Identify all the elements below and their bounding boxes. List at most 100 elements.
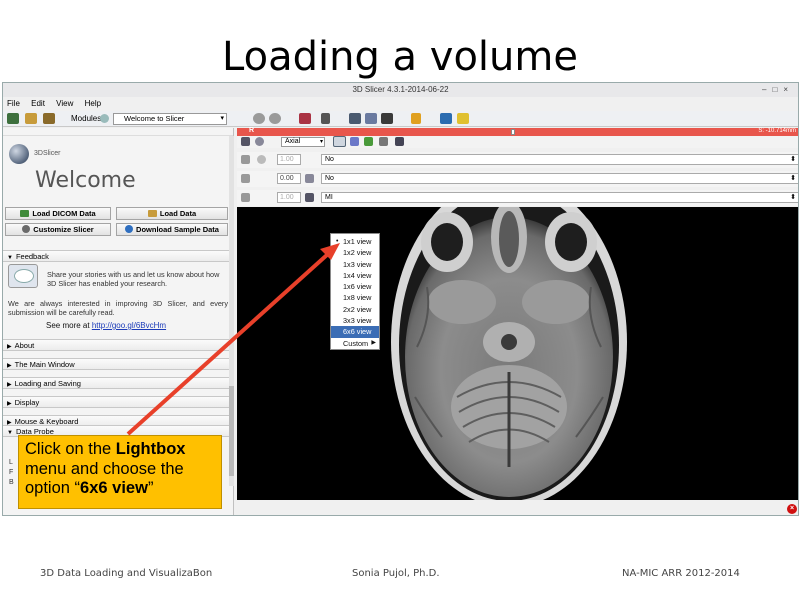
callout-bold-6x6: 6x6 view [80, 479, 148, 497]
label-volume-select[interactable]: No [321, 154, 798, 165]
status-bar: × [237, 500, 798, 515]
foreground-layer-row: 0.00 No [237, 171, 798, 187]
slice-controls: Axial [237, 136, 798, 148]
extension-manager-icon[interactable] [365, 113, 377, 124]
data-icon[interactable] [381, 113, 393, 124]
section-display[interactable]: ▶ Display [3, 396, 229, 408]
lightbox-item-1x4[interactable]: 1x4 view [331, 270, 379, 281]
bg-toggle-icon[interactable] [305, 193, 314, 202]
save-icon[interactable] [43, 113, 55, 124]
callout-text-c: ” [147, 479, 154, 497]
download-sample-label: Download Sample Data [136, 225, 219, 234]
main-toolbar: Modules: Welcome to Slicer [3, 111, 798, 127]
submenu-arrow-icon: ▶ [371, 339, 376, 346]
error-icon[interactable]: × [787, 504, 797, 514]
footer-right: NA-MIC ARR 2012-2014 [622, 568, 740, 579]
lightbox-icon[interactable] [333, 136, 346, 147]
fov-icon[interactable] [350, 137, 359, 146]
lightbox-item-6x6[interactable]: 6x6 view [331, 326, 379, 338]
red-view-label: R [249, 127, 255, 134]
pin-icon[interactable] [241, 137, 250, 146]
lightbox-item-1x3[interactable]: 1x3 view [331, 259, 379, 270]
instruction-callout: Click on the Lightbox menu and choose th… [18, 435, 222, 509]
callout-bold-lightbox: Lightbox [115, 440, 186, 458]
menu-file[interactable]: File [7, 99, 20, 108]
probe-letter: F [9, 469, 14, 476]
collapsed-triangle-icon: ▶ [7, 363, 12, 369]
lightbox-menu: 1x1 view 1x2 view 1x3 view 1x4 view 1x6 … [330, 233, 380, 350]
reformat-icon[interactable] [379, 137, 388, 146]
red-slice-viewer[interactable] [237, 207, 798, 500]
lightbox-item-custom[interactable]: Custom ▶ [331, 338, 379, 349]
crosshair-icon[interactable] [411, 113, 421, 124]
python-icon[interactable] [457, 113, 469, 124]
lightbox-item-1x8[interactable]: 1x8 view [331, 292, 379, 303]
lightbox-item-1x1[interactable]: 1x1 view [331, 236, 379, 247]
panel-scrollbar[interactable] [229, 136, 234, 486]
layer-link-icon[interactable] [241, 193, 250, 202]
scrollbar-thumb[interactable] [229, 386, 234, 476]
screenshot-icon[interactable] [395, 137, 404, 146]
capture-icon[interactable] [349, 113, 361, 124]
label-opacity[interactable]: 1.00 [277, 154, 301, 165]
background-layer-row: 1.00 MI [237, 190, 798, 206]
foreground-opacity[interactable]: 0.00 [277, 173, 301, 184]
probe-letter: L [9, 459, 13, 466]
footer-left: 3D Data Loading and VisualizaBon [40, 568, 213, 579]
probe-letter: B [9, 479, 14, 486]
load-dicom-label: Load DICOM Data [32, 209, 96, 218]
orientation-select[interactable]: Axial [281, 137, 325, 147]
module-selector[interactable]: Welcome to Slicer [113, 113, 227, 125]
layout-icon[interactable] [299, 113, 311, 124]
feedback-text-2: We are always interested in improving 3D… [8, 299, 228, 317]
lightbox-item-2x2[interactable]: 2x2 view [331, 304, 379, 315]
menu-help[interactable]: Help [85, 99, 101, 108]
layer-link-icon[interactable] [241, 174, 250, 183]
section-main-window[interactable]: ▶ The Main Window [3, 358, 229, 370]
window-controls[interactable]: –□× [762, 83, 794, 97]
eye-icon[interactable] [257, 155, 266, 164]
slicer-window: 3D Slicer 4.3.1-2014-06-22 –□× File Edit… [2, 82, 799, 516]
load-dicom-button[interactable]: Load DICOM Data [5, 207, 111, 220]
see-more: See more at http://goo.gl/6BvcHm [46, 321, 166, 330]
brand-label: 3DSlicer [34, 150, 61, 157]
section-label: Feedback [15, 252, 49, 261]
lightbox-item-1x6[interactable]: 1x6 view [331, 281, 379, 292]
lightbox-item-3x3[interactable]: 3x3 view [331, 315, 379, 326]
link-icon[interactable] [255, 137, 264, 146]
mouse-mode-icon[interactable] [321, 113, 330, 124]
feedback-link[interactable]: http://goo.gl/6BvcHm [92, 321, 166, 330]
collapsed-triangle-icon: ▶ [7, 344, 12, 350]
footer-center: Sonia Pujol, Ph.D. [352, 568, 440, 579]
collapsed-triangle-icon: ▶ [7, 382, 12, 388]
panel-top-strip [3, 128, 233, 136]
section-loading-saving[interactable]: ▶ Loading and Saving [3, 377, 229, 389]
data-probe-labels: L F B [9, 458, 14, 488]
section-feedback[interactable]: ▼ Feedback [3, 250, 229, 262]
load-data-icon[interactable] [25, 113, 37, 124]
load-dicom-icon[interactable] [7, 113, 19, 124]
layer-link-icon[interactable] [241, 155, 250, 164]
lightbox-item-1x2[interactable]: 1x2 view [331, 247, 379, 258]
search-icon[interactable] [100, 114, 109, 123]
customize-slicer-button[interactable]: Customize Slicer [5, 223, 111, 236]
forward-arrow-icon[interactable] [269, 113, 281, 124]
section-about[interactable]: ▶ About [3, 339, 229, 351]
back-arrow-icon[interactable] [253, 113, 265, 124]
background-opacity[interactable]: 1.00 [277, 192, 301, 203]
extension-icon[interactable] [440, 113, 452, 124]
slice-view-area: R S: -10.714mm Axial 1.00 No 0.00 No [237, 127, 798, 515]
callout-text-a: Click on the [25, 440, 116, 458]
menu-view[interactable]: View [56, 99, 73, 108]
download-sample-button[interactable]: Download Sample Data [116, 223, 228, 236]
load-data-button[interactable]: Load Data [116, 207, 228, 220]
section-label: Display [14, 398, 40, 407]
red-slice-bar: R S: -10.714mm [237, 127, 798, 136]
see-more-text: See more at [46, 321, 90, 330]
foreground-volume-select[interactable]: No [321, 173, 798, 184]
fg-toggle-icon[interactable] [305, 174, 314, 183]
slice-slider[interactable] [511, 129, 515, 135]
background-volume-select[interactable]: MI [321, 192, 798, 203]
label-outline-icon[interactable] [364, 137, 373, 146]
menu-edit[interactable]: Edit [31, 99, 45, 108]
